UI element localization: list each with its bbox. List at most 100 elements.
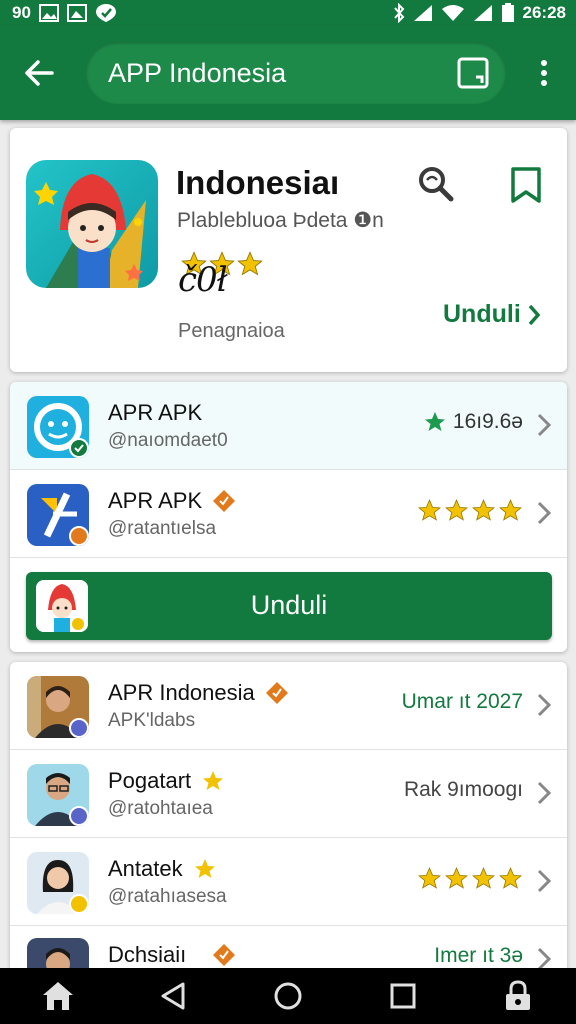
status-left-text: 90	[12, 3, 31, 22]
nav-back-button[interactable]	[149, 972, 197, 1020]
chevron-right-icon	[537, 693, 552, 717]
save-icon	[457, 57, 489, 89]
list-item-handle: @ratahıasesa	[108, 886, 227, 907]
lock-icon	[506, 980, 531, 1010]
star-icon	[424, 412, 445, 431]
app-list-card: APR APK @naıomdaet0 16ı9.6ə APR APK @rat…	[10, 382, 567, 652]
status-bar: 90 26:28	[0, 0, 576, 26]
more-options-button[interactable]	[530, 56, 558, 90]
bookmark-icon	[511, 167, 541, 203]
list-item-handle: @ratantıelsa	[108, 518, 217, 539]
star-icon	[237, 251, 263, 276]
back-triangle-icon	[161, 982, 185, 1010]
save-button[interactable]	[456, 56, 490, 90]
featured-app-card[interactable]: Indonesiaı Plablebluoa Þdeta ❶n č0ł Pena…	[10, 128, 567, 372]
search-icon	[419, 167, 454, 202]
download-link[interactable]: Unduli	[443, 300, 541, 329]
person-avatar-icon	[27, 764, 89, 826]
list-item[interactable]: APR Indonesia APK'ldabs Umar ıt 2027	[10, 662, 567, 750]
recents-square-icon	[390, 983, 416, 1009]
list-item-handle: @naıomdaet0	[108, 430, 228, 451]
list-item-status: Rak 9ımoogı	[403, 778, 523, 801]
list-item-handle: APK'ldabs	[108, 710, 196, 731]
list-item[interactable]: Dchsiaiı Imer ıt 3ə	[10, 926, 567, 972]
list-item[interactable]: Antatek @ratahıasesa	[10, 838, 567, 926]
list-item-rating	[417, 498, 523, 523]
download-button-label: Unduli	[250, 590, 328, 620]
photo-icon	[66, 4, 87, 22]
app-meta: Penagnaioa	[178, 320, 285, 342]
list-item[interactable]: APR APK @naıomdaet0 16ı9.6ə	[10, 382, 567, 470]
back-button[interactable]	[20, 54, 58, 92]
search-button[interactable]	[416, 164, 456, 204]
nav-home-button[interactable]	[34, 972, 82, 1020]
star-badge-icon	[194, 859, 215, 878]
star-icon	[418, 867, 441, 889]
list-item-status: Imer ıt 3ə	[434, 944, 523, 967]
person-avatar-icon	[27, 852, 89, 914]
nav-overview-button[interactable]	[264, 972, 312, 1020]
chevron-right-icon	[537, 413, 552, 437]
star-icon	[499, 499, 522, 521]
status-time: 26:28	[522, 3, 566, 22]
app-title: Indonesiaı	[176, 164, 340, 201]
verified-badge-icon	[213, 490, 236, 512]
app-subtitle: Plablebluoa Þdeta ❶n	[177, 209, 384, 232]
more-vert-icon	[541, 60, 547, 86]
verified-badge-icon	[213, 944, 236, 966]
search-field-text: APP Indonesia	[108, 58, 287, 88]
wifi-icon	[441, 4, 465, 22]
list-item[interactable]: APR APK @ratantıelsa	[10, 470, 567, 558]
verified-badge-icon	[265, 682, 288, 704]
star-icon	[418, 499, 441, 521]
app-character-icon	[26, 160, 158, 288]
star-icon	[445, 499, 468, 521]
person-avatar-icon	[27, 938, 89, 972]
star-icon	[472, 499, 495, 521]
home-icon	[42, 982, 73, 1010]
signal-icon	[413, 4, 433, 22]
list-item-name: Antatek	[108, 856, 183, 881]
list-item-name: APR APK	[108, 400, 203, 425]
app-bar: APP Indonesia	[0, 26, 576, 120]
star-icon	[499, 867, 522, 889]
download-button[interactable]: Unduli	[26, 572, 552, 640]
rating-stars	[417, 498, 523, 523]
star-badge-icon	[203, 771, 224, 790]
list-item-rating: 16ı9.6ə	[423, 410, 523, 434]
image-icon	[38, 4, 59, 22]
face-app-icon	[27, 396, 89, 458]
bookmark-button[interactable]	[508, 166, 544, 204]
list-item-status: Umar ıt 2027	[401, 690, 523, 713]
star-icon	[445, 867, 468, 889]
rating-stars	[417, 866, 523, 891]
nav-lock-button[interactable]	[494, 972, 542, 1020]
bluetooth-icon	[393, 3, 405, 23]
chevron-right-icon	[528, 304, 541, 325]
person-avatar-icon	[27, 676, 89, 738]
star-icon	[472, 867, 495, 889]
search-field[interactable]: APP Indonesia	[86, 42, 506, 104]
list-item-rating-value: 16ı9.6ə	[452, 410, 523, 433]
battery-icon	[501, 3, 515, 23]
chevron-right-icon	[537, 781, 552, 805]
shield-icon	[95, 3, 117, 23]
back-arrow-icon	[25, 60, 54, 86]
slash-app-icon	[27, 484, 89, 546]
rating-value: č0ł	[178, 260, 228, 300]
app-rating: č0ł	[176, 250, 286, 300]
list-item-name: APR Indonesia	[108, 680, 255, 705]
list-item[interactable]: Pogatart @ratohtaıea Rak 9ımoogı	[10, 750, 567, 838]
list-item-name: Dchsiaiı	[108, 942, 187, 967]
home-circle-icon	[274, 982, 302, 1010]
list-item-name: Pogatart	[108, 768, 192, 793]
list-item-handle: @ratohtaıea	[108, 798, 213, 819]
list-item-name: APR APK	[108, 488, 203, 513]
signal-icon	[473, 4, 493, 22]
chevron-right-icon	[537, 501, 552, 525]
app-list-card: APR Indonesia APK'ldabs Umar ıt 2027 Pog…	[10, 662, 567, 972]
system-nav-bar	[0, 968, 576, 1024]
chevron-right-icon	[537, 869, 552, 893]
nav-recents-button[interactable]	[379, 972, 427, 1020]
list-item-rating	[417, 866, 523, 891]
